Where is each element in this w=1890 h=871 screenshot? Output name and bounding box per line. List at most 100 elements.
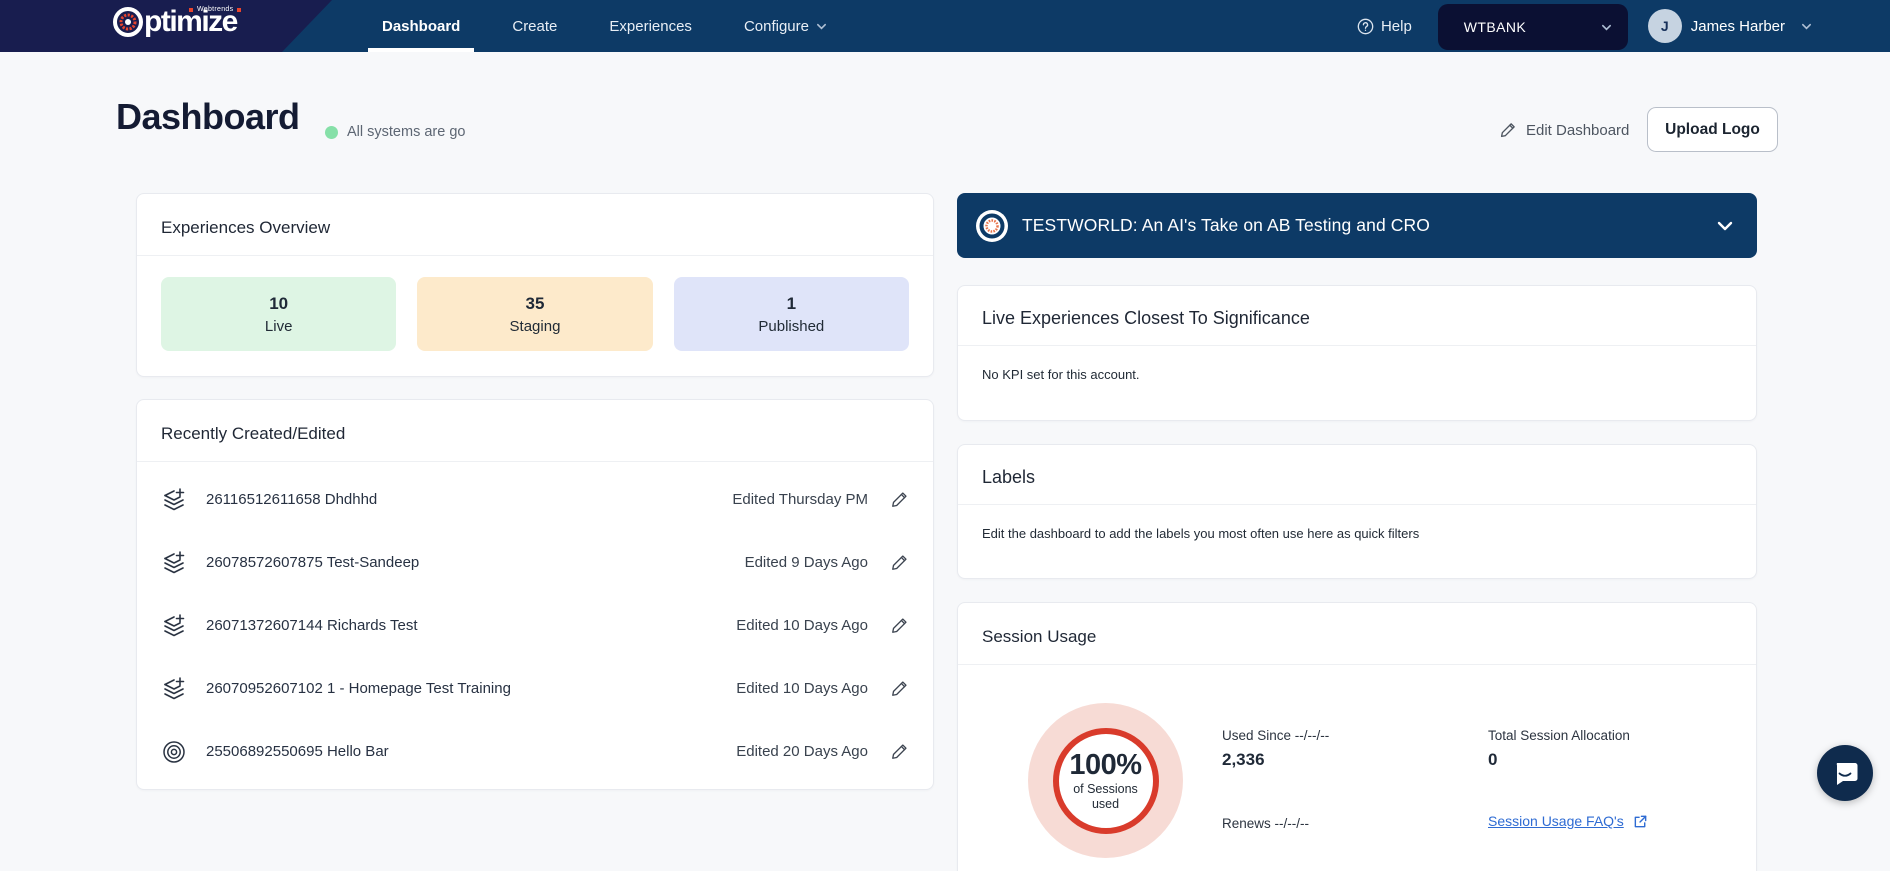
upload-logo-button[interactable]: Upload Logo xyxy=(1647,107,1778,152)
chevron-down-icon xyxy=(816,21,827,32)
card-header: Session Usage xyxy=(958,603,1756,665)
list-item[interactable]: 26070952607102 1 - Homepage Test Trainin… xyxy=(161,657,909,720)
allocation-label: Total Session Allocation xyxy=(1488,728,1630,743)
chat-launcher-button[interactable] xyxy=(1817,745,1873,801)
left-column: Experiences Overview 10 Live 35 Staging … xyxy=(136,193,934,790)
card-title: Experiences Overview xyxy=(161,218,909,238)
top-navbar: Webtrends ptimize Dashboard Create Exper… xyxy=(0,0,1890,52)
nav-item-label: Dashboard xyxy=(382,18,460,35)
stat-label: Published xyxy=(758,318,824,335)
pencil-icon xyxy=(1499,121,1517,139)
stat-staging[interactable]: 35 Staging xyxy=(417,277,652,351)
stat-value: 35 xyxy=(526,294,545,314)
recent-list: 26116512611658 Dhdhhd Edited Thursday PM… xyxy=(137,462,933,783)
nav-item-label: Experiences xyxy=(609,18,692,35)
primary-nav: Dashboard Create Experiences Configure xyxy=(382,0,827,52)
chevron-down-icon xyxy=(1801,21,1812,32)
list-item[interactable]: 25506892550695 Hello Bar Edited 20 Days … xyxy=(161,720,909,783)
pencil-icon[interactable] xyxy=(890,679,909,698)
card-header: Recently Created/Edited xyxy=(137,400,933,462)
chevron-down-icon xyxy=(1715,216,1735,236)
account-selector[interactable]: WTBANK xyxy=(1438,4,1628,50)
nav-item-configure[interactable]: Configure xyxy=(744,0,827,52)
allocation-block: Total Session Allocation 0 xyxy=(1488,728,1630,770)
layers-plus-icon xyxy=(161,487,187,513)
pencil-icon[interactable] xyxy=(890,742,909,761)
dashboard-page: Webtrends ptimize Dashboard Create Exper… xyxy=(0,0,1890,871)
allocation-value: 0 xyxy=(1488,750,1630,770)
testworld-banner[interactable]: TESTWORLD: An AI's Take on AB Testing an… xyxy=(957,193,1757,258)
chat-bubble-icon xyxy=(1830,758,1860,788)
experiences-overview-card: Experiences Overview 10 Live 35 Staging … xyxy=(136,193,934,377)
nav-item-create[interactable]: Create xyxy=(512,0,557,52)
nav-item-label: Create xyxy=(512,18,557,35)
session-faq-link[interactable]: Session Usage FAQ's xyxy=(1488,813,1648,829)
user-menu[interactable]: J James Harber xyxy=(1648,9,1812,43)
stat-live[interactable]: 10 Live xyxy=(161,277,396,351)
stat-value: 1 xyxy=(787,294,796,314)
page-title: Dashboard xyxy=(116,96,300,138)
system-status: All systems are go xyxy=(325,124,465,140)
significance-card: Live Experiences Closest To Significance… xyxy=(957,285,1757,421)
red-square-icon xyxy=(189,8,193,12)
external-link-icon xyxy=(1633,814,1648,829)
question-circle-icon xyxy=(1357,18,1374,35)
labels-hint-text: Edit the dashboard to add the labels you… xyxy=(958,505,1756,562)
red-square-icon xyxy=(237,8,241,12)
layers-plus-icon xyxy=(161,550,187,576)
status-dot-icon xyxy=(325,126,338,139)
experience-name: 25506892550695 Hello Bar xyxy=(206,743,389,760)
used-since-block: Used Since --/--/-- 2,336 xyxy=(1222,728,1329,770)
help-button[interactable]: Help xyxy=(1357,18,1412,35)
stat-label: Live xyxy=(265,318,293,335)
empty-state-text: No KPI set for this account. xyxy=(958,346,1756,403)
target-logo-icon xyxy=(113,7,143,37)
session-usage-card: Session Usage 100% of Sessions used Used… xyxy=(957,602,1757,871)
account-name: WTBANK xyxy=(1464,19,1526,35)
list-item[interactable]: 26078572607875 Test-Sandeep Edited 9 Day… xyxy=(161,531,909,594)
brand-subtitle: Webtrends xyxy=(189,6,241,13)
recently-created-card: Recently Created/Edited 26116512611658 D… xyxy=(136,399,934,790)
pencil-icon[interactable] xyxy=(890,490,909,509)
nav-item-dashboard[interactable]: Dashboard xyxy=(382,0,460,52)
nav-item-label: Configure xyxy=(744,18,809,35)
brand-logo[interactable]: Webtrends ptimize xyxy=(113,7,237,37)
target-badge-icon xyxy=(975,209,1009,243)
stat-value: 10 xyxy=(269,294,288,314)
experience-name: 26078572607875 Test-Sandeep xyxy=(206,554,419,571)
experience-name: 26070952607102 1 - Homepage Test Trainin… xyxy=(206,680,511,697)
card-header: Experiences Overview xyxy=(137,194,933,256)
edit-dashboard-button[interactable]: Edit Dashboard xyxy=(1499,121,1629,139)
card-title: Session Usage xyxy=(982,627,1732,647)
stat-published[interactable]: 1 Published xyxy=(674,277,909,351)
chevron-down-icon xyxy=(1601,22,1612,33)
experience-name: 26071372607144 Richards Test xyxy=(206,617,418,634)
avatar: J xyxy=(1648,9,1682,43)
help-label: Help xyxy=(1381,18,1412,35)
brand-section: Webtrends ptimize xyxy=(0,0,332,52)
card-header: Live Experiences Closest To Significance xyxy=(958,286,1756,346)
gauge-caption-line1: of Sessions xyxy=(1073,782,1138,797)
labels-card: Labels Edit the dashboard to add the lab… xyxy=(957,444,1757,579)
used-since-value: 2,336 xyxy=(1222,750,1329,770)
used-since-label: Used Since --/--/-- xyxy=(1222,728,1329,743)
card-header: Labels xyxy=(958,445,1756,505)
layers-plus-icon xyxy=(161,676,187,702)
faq-link-text: Session Usage FAQ's xyxy=(1488,813,1624,829)
edit-dashboard-label: Edit Dashboard xyxy=(1526,122,1629,139)
list-item[interactable]: 26071372607144 Richards Test Edited 10 D… xyxy=(161,594,909,657)
banner-title: TESTWORLD: An AI's Take on AB Testing an… xyxy=(1022,215,1430,236)
pencil-icon[interactable] xyxy=(890,553,909,572)
nav-item-experiences[interactable]: Experiences xyxy=(609,0,692,52)
navbar-right: Help WTBANK J James Harber xyxy=(1357,0,1812,52)
user-name: James Harber xyxy=(1691,18,1785,35)
edited-timestamp: Edited 10 Days Ago xyxy=(736,617,868,634)
status-text: All systems are go xyxy=(347,124,465,140)
session-usage-gauge: 100% of Sessions used xyxy=(1028,703,1183,858)
renews-label: Renews --/--/-- xyxy=(1222,816,1309,831)
list-item[interactable]: 26116512611658 Dhdhhd Edited Thursday PM xyxy=(161,468,909,531)
gauge-percent: 100% xyxy=(1069,749,1141,782)
gauge-caption-line2: used xyxy=(1092,797,1119,812)
edited-timestamp: Edited 20 Days Ago xyxy=(736,743,868,760)
pencil-icon[interactable] xyxy=(890,616,909,635)
